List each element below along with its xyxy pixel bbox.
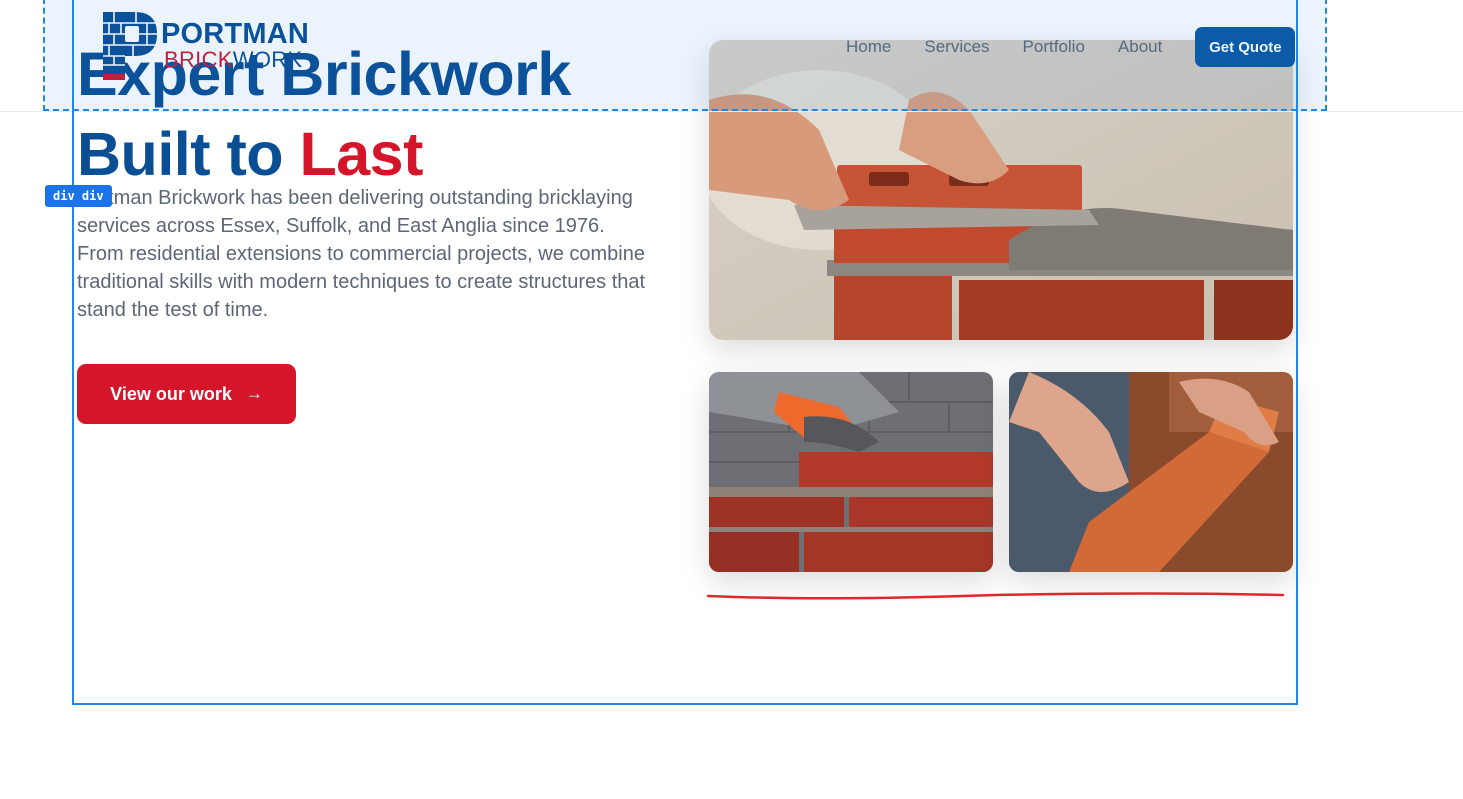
- nav-portfolio[interactable]: Portfolio: [1023, 27, 1085, 67]
- brand-name-line1: PORTMAN: [161, 18, 310, 50]
- main-nav: Home Services Portfolio About Get Quote: [846, 27, 1296, 67]
- hero-title-accent: Last: [299, 120, 424, 188]
- brand-name-work: WORK: [232, 47, 303, 72]
- brand-name-line2: BRICKWORK: [164, 48, 302, 72]
- hands-placing-brick-photo: [1009, 372, 1293, 572]
- devtools-element-tag: div div: [45, 185, 112, 207]
- nav-about[interactable]: About: [1118, 27, 1162, 67]
- view-our-work-label: View our work: [110, 383, 232, 404]
- site-header: PORTMAN BRICKWORK Home Services Portfoli…: [0, 0, 1463, 112]
- hero-title-prefix: Built to: [77, 120, 300, 188]
- gloved-hand-laying-brick-photo: [709, 372, 993, 572]
- red-underline-annotation: [706, 592, 1285, 600]
- view-our-work-button[interactable]: View our work →: [77, 364, 296, 424]
- nav-services[interactable]: Services: [924, 27, 989, 67]
- hero-description: Portman Brickwork has been delivering ou…: [77, 187, 646, 321]
- arrow-right-icon: →: [245, 384, 263, 403]
- get-quote-button[interactable]: Get Quote: [1195, 27, 1296, 67]
- brand-name-brick: BRICK: [164, 47, 233, 72]
- nav-home[interactable]: Home: [846, 27, 891, 67]
- gallery-photo-small-right: [1009, 372, 1293, 572]
- brick-p-monogram-icon: [103, 12, 157, 80]
- brand-logo[interactable]: PORTMAN BRICKWORK: [103, 12, 313, 82]
- hero-title-line2: Built to Last: [77, 114, 571, 194]
- gallery-photo-small-left: [709, 372, 993, 572]
